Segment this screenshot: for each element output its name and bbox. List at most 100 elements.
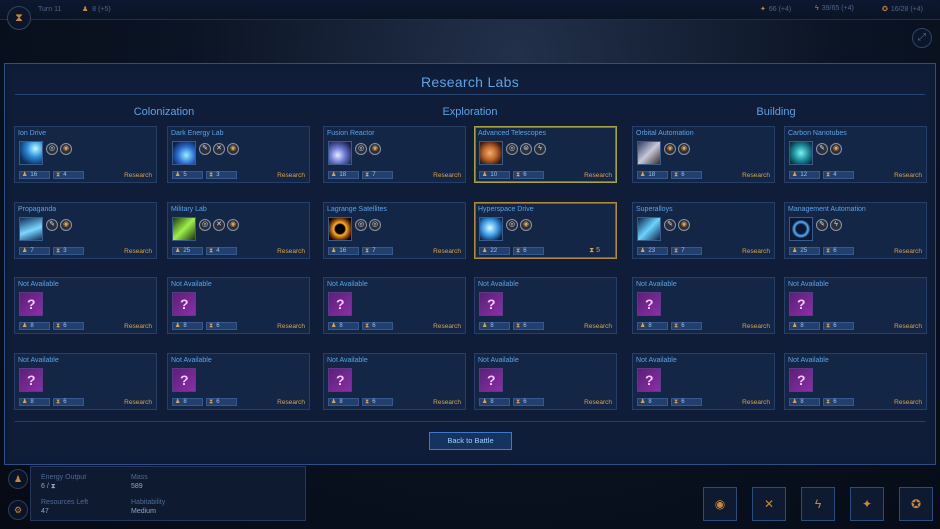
credits-hud-button-icon[interactable]: ✦	[850, 487, 884, 521]
research-card[interactable]: Not Available ♟8⧗6 Research	[167, 277, 310, 334]
research-card[interactable]: Dark Energy Lab ✎ ✕ ◉ ♟ 5 ⧗ 3 Research	[167, 126, 310, 183]
credits-indicator: ✦ 66 (+4)	[760, 5, 792, 14]
research-time: ⧗ 6	[362, 398, 393, 406]
research-button[interactable]: Research	[894, 248, 922, 255]
unknown-tech-icon	[172, 292, 196, 316]
research-button[interactable]: Research	[277, 172, 305, 179]
end-turn-hourglass-icon[interactable]: ⧗	[7, 6, 31, 30]
energy-icon: ϟ	[815, 5, 819, 12]
research-name: Not Available	[788, 281, 829, 288]
research-time: ⧗ 6	[206, 322, 237, 330]
research-card[interactable]: Not Available ♟8⧗6 Research	[632, 277, 775, 334]
research-cost: ♟ 8	[19, 322, 50, 330]
research-button[interactable]: Research	[584, 399, 612, 406]
research-card[interactable]: Ion Drive ◎ ◉ ♟ 16 ⧗ 4 Research	[14, 126, 157, 183]
map-toggle-icon[interactable]: ⤢	[912, 28, 932, 48]
research-button[interactable]: Research	[124, 172, 152, 179]
requirement-badge-icon: ✎	[46, 219, 58, 231]
research-card[interactable]: Orbital Automation ◉ ◉ ♟ 18 ⧗ 6 Research	[632, 126, 775, 183]
research-button[interactable]: Research	[433, 248, 461, 255]
research-cost: ♟ 25	[172, 247, 203, 255]
research-button[interactable]: Research	[894, 323, 922, 330]
research-card[interactable]: Not Available ♟8⧗6 Research	[14, 277, 157, 334]
research-card[interactable]: Lagrange Satellites ◎ ◎ ♟ 16 ⧗ 7 Research	[323, 202, 466, 259]
requirement-badges: ✎ ◉	[46, 219, 72, 231]
requirement-badge-icon: ◎	[46, 143, 58, 155]
research-button[interactable]: Research	[124, 323, 152, 330]
research-card[interactable]: Propaganda ✎ ◉ ♟ 7 ⧗ 3 Research	[14, 202, 157, 259]
research-stats: ♟ 8 ⧗ 6	[479, 322, 544, 330]
research-button[interactable]: Research	[277, 248, 305, 255]
research-card[interactable]: Hyperspace Drive ◎ ◉ ♟ 22 ⧗ 6 ⧗ 5	[474, 202, 617, 259]
research-button[interactable]: Research	[433, 323, 461, 330]
research-name: Not Available	[327, 281, 368, 288]
research-button[interactable]: Research	[433, 399, 461, 406]
energy-hud-button-icon[interactable]: ϟ	[801, 487, 835, 521]
tools-hud-icon[interactable]: ⚙	[8, 500, 28, 520]
research-card[interactable]: Fusion Reactor ◎ ◉ ♟ 18 ⧗ 7 Research	[323, 126, 466, 183]
research-card[interactable]: Not Available ♟8⧗6 Research	[784, 277, 927, 334]
research-button[interactable]: Research	[742, 399, 770, 406]
research-card[interactable]: Not Available ♟8⧗6 Research	[784, 353, 927, 410]
requirement-badge-icon: ◉	[520, 219, 532, 231]
research-time: ⧗ 6	[513, 322, 544, 330]
research-button[interactable]: Research	[742, 248, 770, 255]
research-time: ⧗ 6	[53, 398, 84, 406]
unknown-tech-icon	[637, 292, 661, 316]
tech-hyper-icon	[479, 217, 503, 241]
research-card[interactable]: Superalloys ✎ ◉ ♟ 23 ⧗ 7 Research	[632, 202, 775, 259]
planet-info-panel: Energy Output 6 / ⧗ Mass 589 Resources L…	[30, 466, 306, 521]
research-button[interactable]: Research	[584, 323, 612, 330]
research-time: ⧗ 3	[53, 247, 84, 255]
column-title-building: Building	[756, 106, 796, 118]
back-to-battle-button[interactable]: Back to Battle	[429, 432, 512, 450]
research-card[interactable]: Not Available ♟8⧗6 Research	[167, 353, 310, 410]
requirement-badge-icon: ◉	[60, 219, 72, 231]
colony-hud-button-icon[interactable]: ✪	[899, 487, 933, 521]
population-hud-icon[interactable]: ♟	[8, 469, 28, 489]
requirement-badge-icon: ✎	[816, 143, 828, 155]
research-card[interactable]: Management Automation ✎ ϟ ♟ 25 ⧗ 6 Research	[784, 202, 927, 259]
research-button[interactable]: Research	[894, 399, 922, 406]
research-card[interactable]: Not Available ♟8⧗6 Research	[474, 353, 617, 410]
research-button[interactable]: Research	[894, 172, 922, 179]
research-icon: ✪	[882, 6, 888, 13]
research-card[interactable]: Not Available ♟8⧗6 Research	[474, 277, 617, 334]
research-card[interactable]: Not Available ♟8⧗6 Research	[14, 353, 157, 410]
research-button[interactable]: Research	[124, 248, 152, 255]
research-name: Hyperspace Drive	[478, 206, 534, 213]
research-stats: ♟ 25 ⧗ 4	[172, 247, 237, 255]
research-card[interactable]: Not Available ♟8⧗6 Research	[632, 353, 775, 410]
research-button[interactable]: Research	[584, 172, 612, 179]
military-hud-button-icon[interactable]: ✕	[752, 487, 786, 521]
research-button[interactable]: Research	[742, 323, 770, 330]
requirement-badge-icon: ◉	[369, 143, 381, 155]
requirement-badge-icon: ◉	[830, 143, 842, 155]
research-card[interactable]: Advanced Telescopes ◎ ⊜ ϟ ♟ 10 ⧗ 6 Research	[474, 126, 617, 183]
unknown-tech-icon	[789, 368, 813, 392]
research-button[interactable]: Research	[277, 323, 305, 330]
research-name: Advanced Telescopes	[478, 130, 546, 137]
tech-mgmt-icon	[789, 217, 813, 241]
research-cost: ♟ 12	[789, 171, 820, 179]
research-cost: ♟ 8	[172, 398, 203, 406]
requirement-badges: ◉ ◉	[664, 143, 690, 155]
research-hud-button-icon[interactable]: ◉	[703, 487, 737, 521]
research-button[interactable]: Research	[742, 172, 770, 179]
research-stats: ♟ 8 ⧗ 6	[19, 398, 84, 406]
research-button[interactable]: Research	[124, 399, 152, 406]
research-card[interactable]: Not Available ♟8⧗6 Research	[323, 353, 466, 410]
research-button[interactable]: Research	[433, 172, 461, 179]
research-time: ⧗ 4	[823, 171, 854, 179]
research-card[interactable]: Not Available ♟8⧗6 Research	[323, 277, 466, 334]
research-stats: ♟ 12 ⧗ 4	[789, 171, 854, 179]
requirement-badge-icon: ◎	[506, 219, 518, 231]
research-stats: ♟ 23 ⧗ 7	[637, 247, 702, 255]
unknown-tech-icon	[19, 292, 43, 316]
research-card[interactable]: Military Lab ◎ ✕ ◉ ♟ 25 ⧗ 4 Research	[167, 202, 310, 259]
requirement-badge-icon: ✎	[816, 219, 828, 231]
turn-counter: Turn 11	[38, 6, 62, 13]
research-card[interactable]: Carbon Nanotubes ✎ ◉ ♟ 12 ⧗ 4 Research	[784, 126, 927, 183]
requirement-badges: ◎ ⊜ ϟ	[506, 143, 546, 155]
research-button[interactable]: Research	[277, 399, 305, 406]
